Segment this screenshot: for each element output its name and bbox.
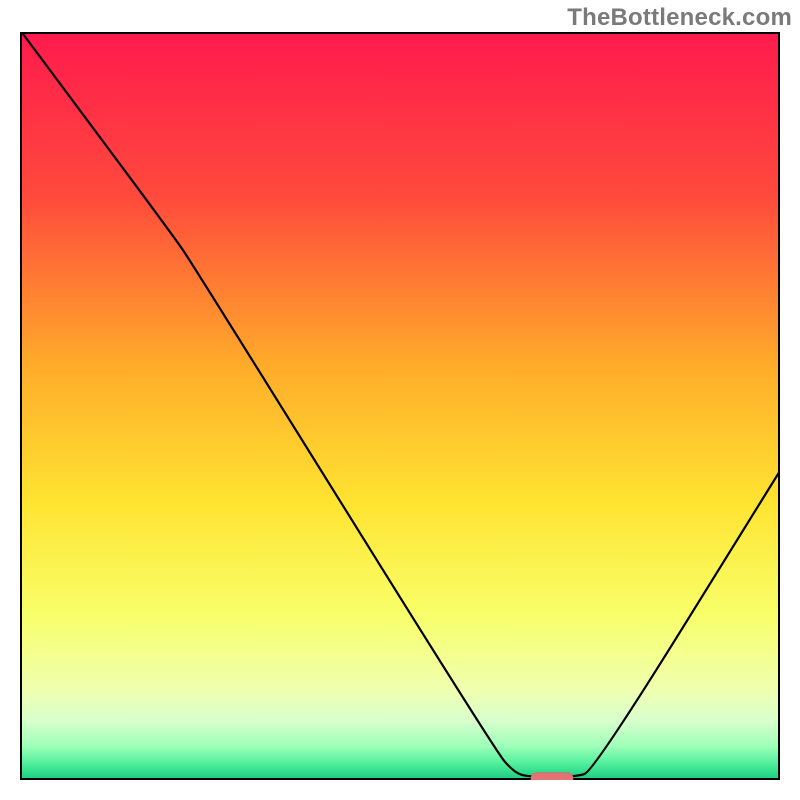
optimal-marker	[531, 773, 573, 780]
watermark-text: TheBottleneck.com	[567, 4, 792, 32]
gradient-background	[20, 32, 780, 780]
plot-frame	[20, 32, 780, 780]
figure-root: TheBottleneck.com	[0, 0, 800, 800]
plot-svg	[20, 32, 780, 780]
